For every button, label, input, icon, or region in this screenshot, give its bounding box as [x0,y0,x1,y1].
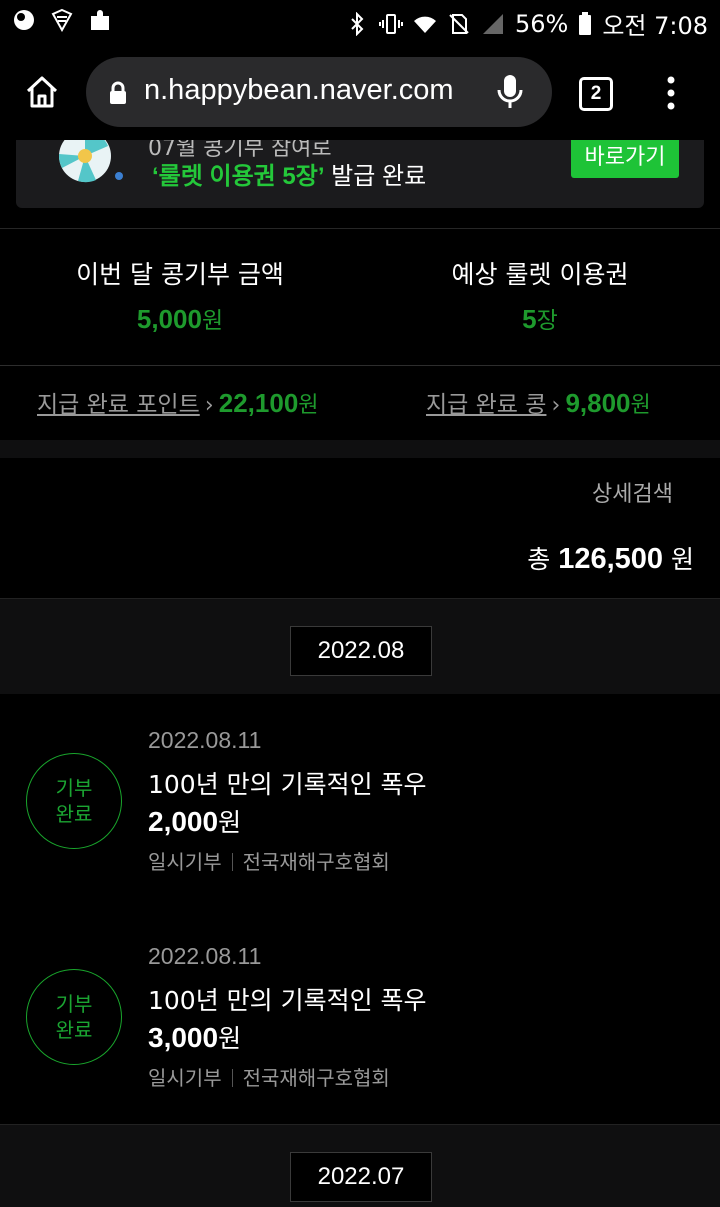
status-left-icons [12,8,112,32]
banner-highlight: ‘룰렛 이용권 5장’ [152,163,325,190]
app-notification-icon [14,10,34,30]
donation-amount-unit: 원 [218,809,242,837]
paid-points-link[interactable]: 지급 완료 포인트 [37,392,200,418]
detail-search-link[interactable]: 상세검색 [592,476,673,508]
tabs-icon[interactable]: 2 [579,77,613,111]
battery-icon [579,11,592,35]
total-value: 126,500 [558,543,664,575]
month-amount-unit: 원 [201,307,224,333]
mic-icon[interactable] [496,73,524,111]
month-amount-number: 5,000 [136,304,202,334]
meta-separator [231,853,233,871]
browser-toolbar: n.happybean.naver.com 2 [0,44,720,140]
paid-points-row[interactable]: 지급 완료 포인트 › 22,100원 [37,385,319,419]
month-amount-value: 5,000원 [0,301,360,335]
status-time: 오전 7:08 [602,12,708,40]
donation-org: 전국재해구호협회 [242,850,390,874]
goto-button[interactable]: 바로가기 [571,140,679,178]
donation-complete-badge: 기부 완료 [26,969,122,1065]
roulette-wheel-icon [58,140,123,183]
donation-summary: 이번 달 콩기부 금액 5,000원 예상 룰렛 이용권 5장 지급 완료 포인… [0,228,720,439]
month-amount-label: 이번 달 콩기부 금액 [76,260,284,289]
donation-title[interactable]: 100년 만의 기록적인 폭우 [148,765,427,801]
chevron-right-icon: › [204,393,214,418]
status-right-icons: 56% 오전 7:08 [345,6,708,41]
shield-notification-icon [51,8,73,32]
roulette-number: 5 [522,304,537,334]
donation-amount-number: 2,000 [148,806,219,837]
battery-percent: 56% [514,9,569,38]
wifi-icon [413,16,436,33]
no-sim-icon [449,13,469,34]
url-bar[interactable]: n.happybean.naver.com [86,57,552,127]
paid-points-unit: 원 [298,392,319,417]
summary-divider [0,365,720,366]
signal-icon [482,13,503,34]
lock-icon [110,81,126,104]
donation-title[interactable]: 100년 만의 기록적인 폭우 [148,981,427,1017]
total-unit: 원 [670,545,694,574]
donation-amount-unit: 원 [218,1025,242,1053]
meta-separator [231,1069,233,1087]
donation-type: 일시기부 [148,1066,222,1090]
more-vert-icon[interactable] [664,76,678,110]
roulette-value: 5장 [360,301,720,335]
banner-message: ‘룰렛 이용권 5장’ 발급 완료 [152,156,426,191]
vibrate-icon [378,13,403,34]
puzzle-icon [91,10,109,30]
paid-points-number: 22,100 [218,388,299,418]
banner-suffix: 발급 완료 [324,163,427,190]
url-text[interactable]: n.happybean.naver.com [144,74,454,107]
badge-line-2: 완료 [55,802,93,826]
paid-beans-unit: 원 [630,392,651,417]
roulette-unit: 장 [536,307,558,333]
paid-beans-row[interactable]: 지급 완료 콩 › 9,800원 [426,385,651,419]
paid-points-value: 22,100원 [219,388,319,418]
total-amount: 총 126,500 원 [527,540,694,576]
chevron-right-icon: › [551,393,561,418]
total-label: 총 [527,545,551,574]
donation-meta: 일시기부 전국재해구호협회 [148,1062,390,1091]
badge-line-1: 기부 [55,776,93,800]
donation-org: 전국재해구호협회 [242,1066,390,1090]
donation-meta: 일시기부 전국재해구호협회 [148,846,390,875]
paid-beans-value: 9,800원 [565,388,650,418]
donation-complete-badge: 기부 완료 [26,753,122,849]
donation-date: 2022.08.11 [148,727,262,753]
paid-beans-link[interactable]: 지급 완료 콩 [426,392,546,418]
donation-date: 2022.08.11 [148,943,262,969]
roulette-banner: 07월 콩기부 참여로 ‘룰렛 이용권 5장’ 발급 완료 바로가기 [16,140,704,208]
badge-line-2: 완료 [55,1018,93,1042]
roulette-label: 예상 룰렛 이용권 [451,260,629,289]
month-label: 2022.07 [290,1152,432,1202]
donation-amount: 2,000원 [148,803,241,839]
bluetooth-icon [351,11,364,36]
home-icon[interactable] [24,74,60,110]
status-bar: 56% 오전 7:08 [0,0,720,44]
donation-type: 일시기부 [148,850,222,874]
month-label: 2022.08 [290,626,432,676]
donation-amount-number: 3,000 [148,1022,219,1053]
badge-line-1: 기부 [55,992,93,1016]
section-gap [0,440,720,458]
donation-amount: 3,000원 [148,1019,241,1055]
paid-beans-number: 9,800 [565,388,631,418]
